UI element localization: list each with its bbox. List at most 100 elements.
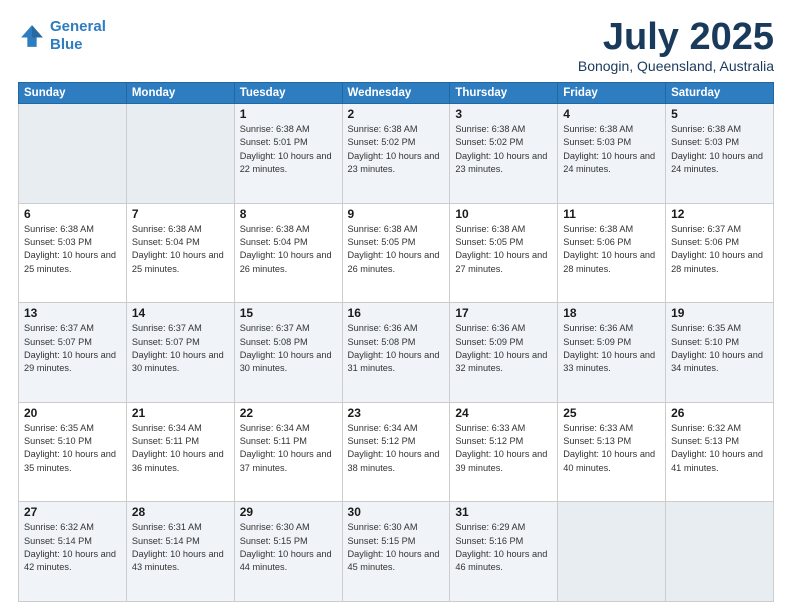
table-row: 28 Sunrise: 6:31 AM Sunset: 5:14 PM Dayli… xyxy=(126,502,234,602)
calendar-week-row: 20 Sunrise: 6:35 AM Sunset: 5:10 PM Dayli… xyxy=(19,402,774,502)
table-row: 15 Sunrise: 6:37 AM Sunset: 5:08 PM Dayli… xyxy=(234,303,342,403)
table-row xyxy=(558,502,666,602)
table-row: 26 Sunrise: 6:32 AM Sunset: 5:13 PM Dayli… xyxy=(666,402,774,502)
table-row: 12Sunrise: 6:37 AM Sunset: 5:06 PM Dayli… xyxy=(666,203,774,303)
table-row: 13 Sunrise: 6:37 AM Sunset: 5:07 PM Dayli… xyxy=(19,303,127,403)
day-number: 28 xyxy=(132,505,229,519)
cell-info: Sunrise: 6:37 AM Sunset: 5:06 PM Dayligh… xyxy=(671,223,768,276)
cell-info: Sunrise: 6:32 AM Sunset: 5:13 PM Dayligh… xyxy=(671,422,768,475)
day-number: 14 xyxy=(132,306,229,320)
cell-info: Sunrise: 6:36 AM Sunset: 5:09 PM Dayligh… xyxy=(563,322,660,375)
col-friday: Friday xyxy=(558,83,666,104)
cell-info: Sunrise: 6:33 AM Sunset: 5:13 PM Dayligh… xyxy=(563,422,660,475)
title-area: July 2025 Bonogin, Queensland, Australia xyxy=(578,18,774,74)
table-row xyxy=(666,502,774,602)
table-row: 3 Sunrise: 6:38 AM Sunset: 5:02 PM Daylig… xyxy=(450,104,558,204)
col-saturday: Saturday xyxy=(666,83,774,104)
day-number: 9 xyxy=(348,207,445,221)
cell-info: Sunrise: 6:38 AM Sunset: 5:01 PM Dayligh… xyxy=(240,123,337,176)
table-row: 20 Sunrise: 6:35 AM Sunset: 5:10 PM Dayli… xyxy=(19,402,127,502)
table-row: 24 Sunrise: 6:33 AM Sunset: 5:12 PM Dayli… xyxy=(450,402,558,502)
table-row: 9 Sunrise: 6:38 AM Sunset: 5:05 PM Daylig… xyxy=(342,203,450,303)
table-row: 14 Sunrise: 6:37 AM Sunset: 5:07 PM Dayli… xyxy=(126,303,234,403)
day-number: 2 xyxy=(348,107,445,121)
cell-info: Sunrise: 6:38 AM Sunset: 5:03 PM Dayligh… xyxy=(563,123,660,176)
table-row: 10 Sunrise: 6:38 AM Sunset: 5:05 PM Dayli… xyxy=(450,203,558,303)
table-row: 1 Sunrise: 6:38 AM Sunset: 5:01 PM Daylig… xyxy=(234,104,342,204)
table-row: 4 Sunrise: 6:38 AM Sunset: 5:03 PM Daylig… xyxy=(558,104,666,204)
table-row xyxy=(19,104,127,204)
day-number: 25 xyxy=(563,406,660,420)
cell-info: Sunrise: 6:35 AM Sunset: 5:10 PM Dayligh… xyxy=(24,422,121,475)
table-row: 23 Sunrise: 6:34 AM Sunset: 5:12 PM Dayli… xyxy=(342,402,450,502)
cell-info: Sunrise: 6:34 AM Sunset: 5:12 PM Dayligh… xyxy=(348,422,445,475)
cell-info: Sunrise: 6:36 AM Sunset: 5:08 PM Dayligh… xyxy=(348,322,445,375)
calendar-week-row: 6Sunrise: 6:38 AM Sunset: 5:03 PM Daylig… xyxy=(19,203,774,303)
day-number: 27 xyxy=(24,505,121,519)
cell-info: Sunrise: 6:35 AM Sunset: 5:10 PM Dayligh… xyxy=(671,322,768,375)
day-number: 15 xyxy=(240,306,337,320)
day-number: 20 xyxy=(24,406,121,420)
cell-info: Sunrise: 6:34 AM Sunset: 5:11 PM Dayligh… xyxy=(240,422,337,475)
logo-line1: General xyxy=(50,18,106,35)
day-number: 7 xyxy=(132,207,229,221)
day-number: 23 xyxy=(348,406,445,420)
table-row: 22 Sunrise: 6:34 AM Sunset: 5:11 PM Dayli… xyxy=(234,402,342,502)
table-row: 7 Sunrise: 6:38 AM Sunset: 5:04 PM Daylig… xyxy=(126,203,234,303)
cell-info: Sunrise: 6:38 AM Sunset: 5:05 PM Dayligh… xyxy=(455,223,552,276)
table-row: 31Sunrise: 6:29 AM Sunset: 5:16 PM Dayli… xyxy=(450,502,558,602)
header: General Blue July 2025 Bonogin, Queensla… xyxy=(18,18,774,74)
cell-info: Sunrise: 6:38 AM Sunset: 5:04 PM Dayligh… xyxy=(132,223,229,276)
col-wednesday: Wednesday xyxy=(342,83,450,104)
day-number: 21 xyxy=(132,406,229,420)
location-subtitle: Bonogin, Queensland, Australia xyxy=(578,58,774,74)
cell-info: Sunrise: 6:36 AM Sunset: 5:09 PM Dayligh… xyxy=(455,322,552,375)
table-row: 30 Sunrise: 6:30 AM Sunset: 5:15 PM Dayli… xyxy=(342,502,450,602)
table-row: 11 Sunrise: 6:38 AM Sunset: 5:06 PM Dayli… xyxy=(558,203,666,303)
cell-info: Sunrise: 6:29 AM Sunset: 5:16 PM Dayligh… xyxy=(455,521,552,574)
calendar-table: Sunday Monday Tuesday Wednesday Thursday… xyxy=(18,82,774,602)
table-row: 17 Sunrise: 6:36 AM Sunset: 5:09 PM Dayli… xyxy=(450,303,558,403)
cell-info: Sunrise: 6:37 AM Sunset: 5:08 PM Dayligh… xyxy=(240,322,337,375)
day-number: 11 xyxy=(563,207,660,221)
cell-info: Sunrise: 6:38 AM Sunset: 5:03 PM Dayligh… xyxy=(24,223,121,276)
day-number: 1 xyxy=(240,107,337,121)
cell-info: Sunrise: 6:37 AM Sunset: 5:07 PM Dayligh… xyxy=(132,322,229,375)
cell-info: Sunrise: 6:31 AM Sunset: 5:14 PM Dayligh… xyxy=(132,521,229,574)
day-number: 22 xyxy=(240,406,337,420)
cell-info: Sunrise: 6:37 AM Sunset: 5:07 PM Dayligh… xyxy=(24,322,121,375)
cell-info: Sunrise: 6:33 AM Sunset: 5:12 PM Dayligh… xyxy=(455,422,552,475)
cell-info: Sunrise: 6:34 AM Sunset: 5:11 PM Dayligh… xyxy=(132,422,229,475)
day-number: 29 xyxy=(240,505,337,519)
cell-info: Sunrise: 6:32 AM Sunset: 5:14 PM Dayligh… xyxy=(24,521,121,574)
calendar-week-row: 13 Sunrise: 6:37 AM Sunset: 5:07 PM Dayli… xyxy=(19,303,774,403)
cell-info: Sunrise: 6:30 AM Sunset: 5:15 PM Dayligh… xyxy=(348,521,445,574)
day-number: 3 xyxy=(455,107,552,121)
calendar-week-row: 27 Sunrise: 6:32 AM Sunset: 5:14 PM Dayli… xyxy=(19,502,774,602)
cell-info: Sunrise: 6:38 AM Sunset: 5:02 PM Dayligh… xyxy=(455,123,552,176)
table-row: 25 Sunrise: 6:33 AM Sunset: 5:13 PM Dayli… xyxy=(558,402,666,502)
day-number: 17 xyxy=(455,306,552,320)
month-title: July 2025 xyxy=(578,18,774,56)
cell-info: Sunrise: 6:38 AM Sunset: 5:05 PM Dayligh… xyxy=(348,223,445,276)
logo-icon xyxy=(18,22,46,50)
day-number: 19 xyxy=(671,306,768,320)
day-number: 8 xyxy=(240,207,337,221)
day-number: 4 xyxy=(563,107,660,121)
col-monday: Monday xyxy=(126,83,234,104)
table-row: 8Sunrise: 6:38 AM Sunset: 5:04 PM Daylig… xyxy=(234,203,342,303)
page: General Blue July 2025 Bonogin, Queensla… xyxy=(0,0,792,612)
day-number: 5 xyxy=(671,107,768,121)
table-row: 16Sunrise: 6:36 AM Sunset: 5:08 PM Dayli… xyxy=(342,303,450,403)
table-row xyxy=(126,104,234,204)
table-row: 19 Sunrise: 6:35 AM Sunset: 5:10 PM Dayli… xyxy=(666,303,774,403)
day-number: 30 xyxy=(348,505,445,519)
day-number: 13 xyxy=(24,306,121,320)
day-number: 18 xyxy=(563,306,660,320)
day-number: 10 xyxy=(455,207,552,221)
day-number: 26 xyxy=(671,406,768,420)
cell-info: Sunrise: 6:38 AM Sunset: 5:06 PM Dayligh… xyxy=(563,223,660,276)
calendar-header-row: Sunday Monday Tuesday Wednesday Thursday… xyxy=(19,83,774,104)
day-number: 24 xyxy=(455,406,552,420)
cell-info: Sunrise: 6:38 AM Sunset: 5:02 PM Dayligh… xyxy=(348,123,445,176)
